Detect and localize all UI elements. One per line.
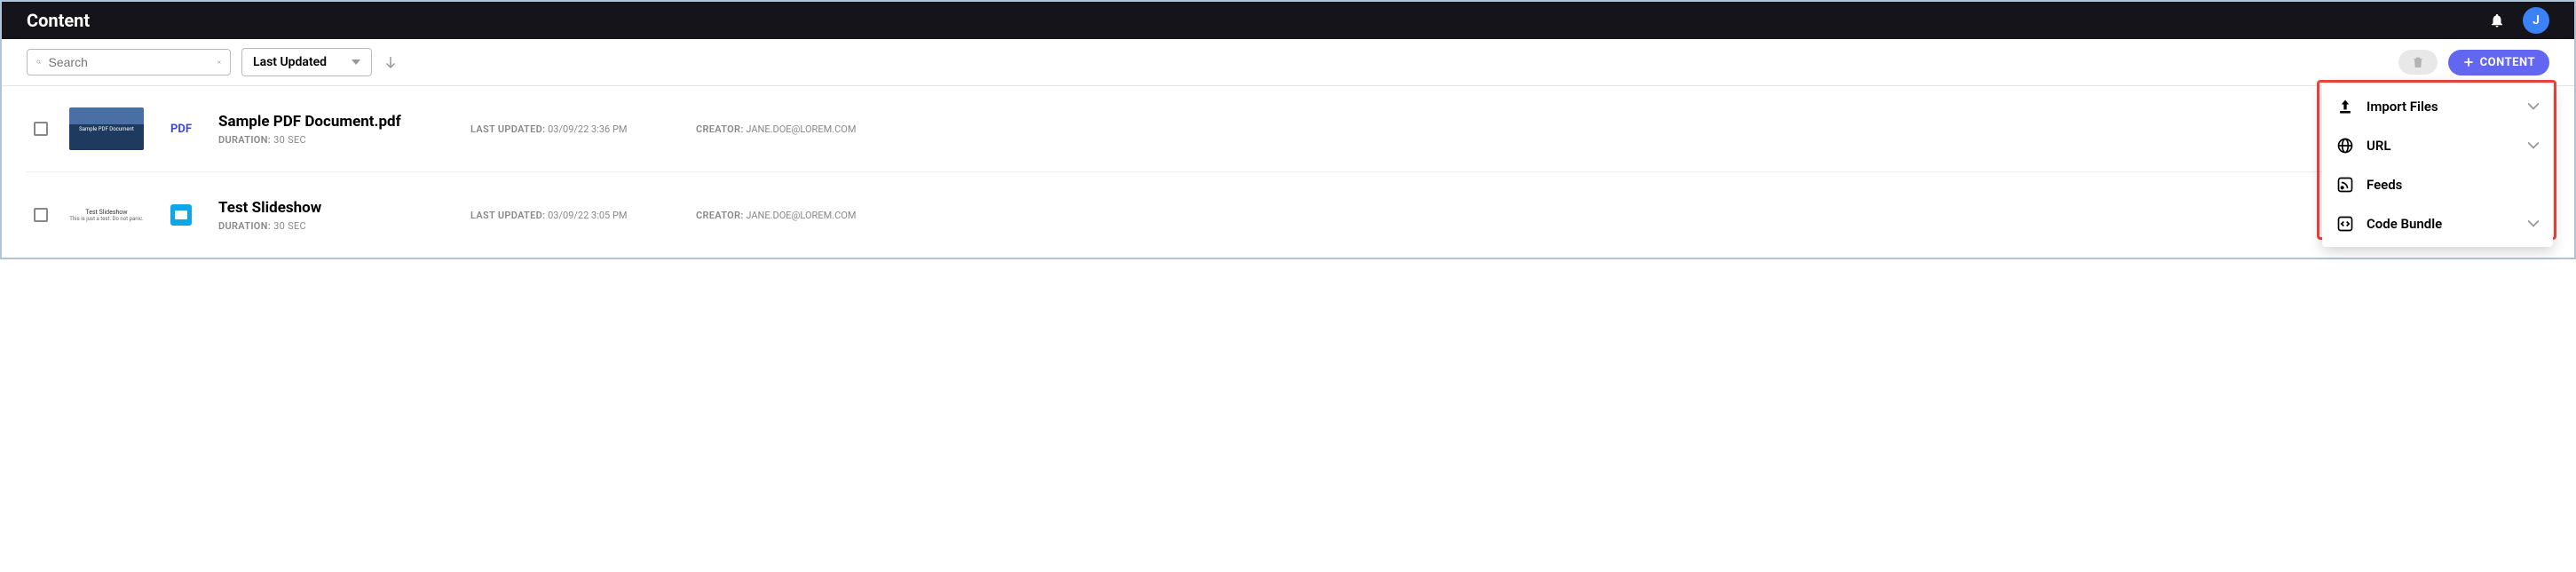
toolbar: Last Updated CONTENT Import Files URL Fe… (2, 39, 2574, 86)
upload-icon (2336, 98, 2354, 115)
item-creator: CREATOR: JANE.DOE@LOREM.COM (696, 123, 900, 135)
content-list: Sample PDF Document PDF Sample PDF Docum… (2, 86, 2574, 258)
creator-value: JANE.DOE@LOREM.COM (746, 123, 856, 135)
item-thumbnail: Sample PDF Document (69, 107, 144, 150)
updated-label: LAST UPDATED: (470, 210, 545, 221)
search-input-wrapper[interactable] (27, 49, 231, 75)
globe-icon (2336, 137, 2354, 155)
updated-label: LAST UPDATED: (470, 123, 545, 135)
chevron-down-icon (2528, 140, 2539, 151)
pdf-type-label: PDF (170, 123, 192, 136)
code-icon (2336, 215, 2354, 233)
dropdown-item-url[interactable]: URL (2322, 126, 2553, 165)
add-content-button[interactable]: CONTENT (2448, 50, 2549, 75)
updated-value: 03/09/22 3:36 PM (548, 123, 627, 135)
duration-label: DURATION: (218, 220, 271, 232)
dropdown-item-label: Import Files (2367, 99, 2516, 115)
sort-direction-icon[interactable] (383, 54, 399, 70)
item-updated: LAST UPDATED: 03/09/22 3:05 PM (470, 210, 675, 221)
clear-search-icon[interactable] (217, 55, 222, 69)
search-input[interactable] (49, 55, 209, 69)
user-avatar[interactable]: J (2523, 7, 2549, 34)
slideshow-icon (170, 204, 192, 226)
dropdown-item-label: URL (2367, 138, 2516, 154)
chevron-down-icon (2528, 218, 2539, 229)
dropdown-item-label: Code Bundle (2367, 216, 2516, 232)
item-thumbnail: Test Slideshow This is just a test. Do n… (69, 194, 144, 236)
creator-label: CREATOR: (696, 123, 744, 135)
chevron-down-icon (352, 58, 360, 67)
trash-icon (2411, 55, 2425, 69)
creator-label: CREATOR: (696, 210, 744, 221)
search-icon (36, 55, 42, 69)
duration-label: DURATION: (218, 134, 271, 146)
item-main: Sample PDF Document.pdf DURATION: 30 SEC (218, 113, 449, 146)
list-item[interactable]: Test Slideshow This is just a test. Do n… (27, 172, 2549, 258)
dropdown-item-label: Feeds (2367, 177, 2539, 193)
notifications-icon[interactable] (2489, 12, 2505, 28)
chevron-down-icon (2528, 101, 2539, 112)
updated-value: 03/09/22 3:05 PM (548, 210, 627, 221)
dropdown-item-code-bundle[interactable]: Code Bundle (2322, 204, 2553, 243)
duration-value: 30 SEC (273, 134, 306, 146)
row-checkbox[interactable] (34, 208, 48, 222)
sort-dropdown[interactable]: Last Updated (241, 48, 372, 76)
delete-button[interactable] (2398, 50, 2438, 75)
type-badge (165, 204, 197, 226)
type-badge: PDF (165, 123, 197, 136)
dropdown-item-feeds[interactable]: Feeds (2322, 165, 2553, 204)
item-main: Test Slideshow DURATION: 30 SEC (218, 199, 449, 232)
dropdown-item-import-files[interactable]: Import Files (2322, 87, 2553, 126)
add-content-label: CONTENT (2480, 56, 2535, 69)
duration-value: 30 SEC (273, 220, 306, 232)
sort-label: Last Updated (253, 55, 327, 69)
list-item[interactable]: Sample PDF Document PDF Sample PDF Docum… (27, 86, 2549, 172)
page-title: Content (27, 10, 2489, 31)
add-content-dropdown: Import Files URL Feeds Code Bundle (2322, 83, 2553, 247)
creator-value: JANE.DOE@LOREM.COM (746, 210, 856, 221)
row-checkbox[interactable] (34, 122, 48, 136)
plus-icon (2462, 56, 2475, 68)
app-header: Content J (2, 2, 2574, 39)
item-title: Sample PDF Document.pdf (218, 113, 449, 131)
item-updated: LAST UPDATED: 03/09/22 3:36 PM (470, 123, 675, 135)
item-creator: CREATOR: JANE.DOE@LOREM.COM (696, 210, 900, 221)
item-title: Test Slideshow (218, 199, 449, 217)
rss-icon (2336, 176, 2354, 194)
